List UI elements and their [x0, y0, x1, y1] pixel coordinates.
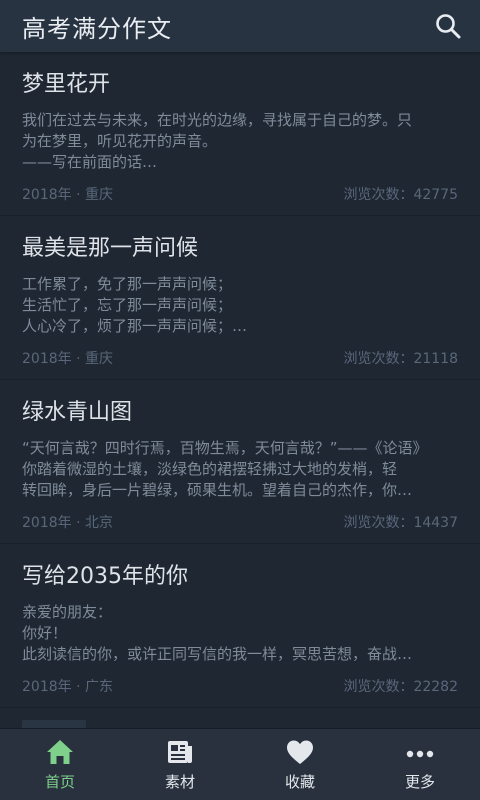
article-meta: 2018年 · 重庆 浏览次数：21118: [22, 348, 458, 368]
app-header: 高考满分作文: [0, 0, 480, 52]
app-title: 高考满分作文: [22, 14, 172, 43]
article-view-count: 浏览次数：14437: [343, 515, 458, 531]
article-title: 最美是那一声问候: [22, 236, 199, 261]
tab-more[interactable]: 更多: [360, 729, 480, 800]
excerpt-line: 生活忙了，忘了那一声声问候；: [22, 296, 233, 314]
article-meta: 2018年 · 北京 浏览次数：14437: [22, 512, 458, 532]
article-year-location: 2018年 · 北京: [22, 515, 113, 531]
tab-label: 收藏: [284, 773, 315, 791]
article-view-count: 浏览次数：22282: [343, 679, 458, 695]
newspaper-icon: [165, 737, 195, 767]
article-meta: 2018年 · 广东 浏览次数：22282: [22, 676, 458, 696]
bottom-tab-bar: 首页 素材 收藏 更多: [0, 728, 480, 800]
article-year-location: 2018年 · 重庆: [22, 351, 113, 367]
article-year-location: 2018年 · 广东: [22, 679, 113, 695]
search-icon[interactable]: [434, 12, 462, 40]
article-title: 梦里花开: [22, 72, 111, 97]
article-excerpt: 工作累了，免了那一声声问候； 生活忙了，忘了那一声声问候； 人心冷了，烦了那一声…: [22, 274, 458, 340]
excerpt-line: 工作累了，免了那一声声问候；: [22, 275, 233, 293]
excerpt-line: ——写在前面的话…: [22, 153, 158, 171]
tab-home[interactable]: 首页: [0, 729, 120, 800]
article-card[interactable]: 最美是那一声问候 工作累了，免了那一声声问候； 生活忙了，忘了那一声声问候； 人…: [0, 216, 480, 380]
article-title: 写给2035年的你: [22, 564, 188, 589]
tab-label: 素材: [164, 773, 195, 791]
heart-icon: [285, 737, 315, 767]
article-view-count: 浏览次数：21118: [343, 351, 458, 367]
tab-favorites[interactable]: 收藏: [240, 729, 360, 800]
excerpt-line: 你好！: [22, 624, 68, 642]
more-dots-icon: [405, 737, 435, 767]
tab-label: 更多: [404, 773, 435, 791]
tab-label: 首页: [44, 773, 75, 791]
article-title-cutoff: [22, 720, 86, 728]
article-list[interactable]: 梦里花开 我们在过去与未来，在时光的边缘，寻找属于自己的梦。只 为在梦里，听见花…: [0, 52, 480, 728]
article-excerpt: “天何言哉？四时行焉，百物生焉，天何言哉？”——《论语》 你踏着微湿的土壤，淡绿…: [22, 438, 458, 504]
excerpt-line: 转回眸，身后一片碧绿，硕果生机。望着自己的杰作，你…: [22, 481, 413, 499]
excerpt-line: 人心冷了，烦了那一声声问候；…: [22, 317, 248, 335]
tab-material[interactable]: 素材: [120, 729, 240, 800]
article-card-partial[interactable]: [0, 708, 480, 728]
excerpt-line: 我们在过去与未来，在时光的边缘，寻找属于自己的梦。只: [22, 111, 413, 129]
article-view-count: 浏览次数：42775: [343, 187, 458, 203]
excerpt-line: 为在梦里，听见花开的声音。: [22, 132, 218, 150]
home-icon: [45, 737, 75, 767]
article-card[interactable]: 梦里花开 我们在过去与未来，在时光的边缘，寻找属于自己的梦。只 为在梦里，听见花…: [0, 52, 480, 216]
excerpt-line: 亲爱的朋友：: [22, 603, 113, 621]
article-excerpt: 亲爱的朋友： 你好！ 此刻读信的你，或许正同写信的我一样，冥思苦想，奋战…: [22, 602, 458, 668]
article-year-location: 2018年 · 重庆: [22, 187, 113, 203]
article-meta: 2018年 · 重庆 浏览次数：42775: [22, 184, 458, 204]
article-card[interactable]: 写给2035年的你 亲爱的朋友： 你好！ 此刻读信的你，或许正同写信的我一样，冥…: [0, 544, 480, 708]
article-excerpt: 我们在过去与未来，在时光的边缘，寻找属于自己的梦。只 为在梦里，听见花开的声音。…: [22, 110, 458, 176]
excerpt-line: “天何言哉？四时行焉，百物生焉，天何言哉？”——《论语》: [22, 439, 428, 457]
excerpt-line: 此刻读信的你，或许正同写信的我一样，冥思苦想，奋战…: [22, 645, 413, 663]
excerpt-line: 你踏着微湿的土壤，淡绿色的裙摆轻拂过大地的发梢，轻: [22, 460, 398, 478]
article-card[interactable]: 绿水青山图 “天何言哉？四时行焉，百物生焉，天何言哉？”——《论语》 你踏着微湿…: [0, 380, 480, 544]
article-title: 绿水青山图: [22, 400, 133, 425]
